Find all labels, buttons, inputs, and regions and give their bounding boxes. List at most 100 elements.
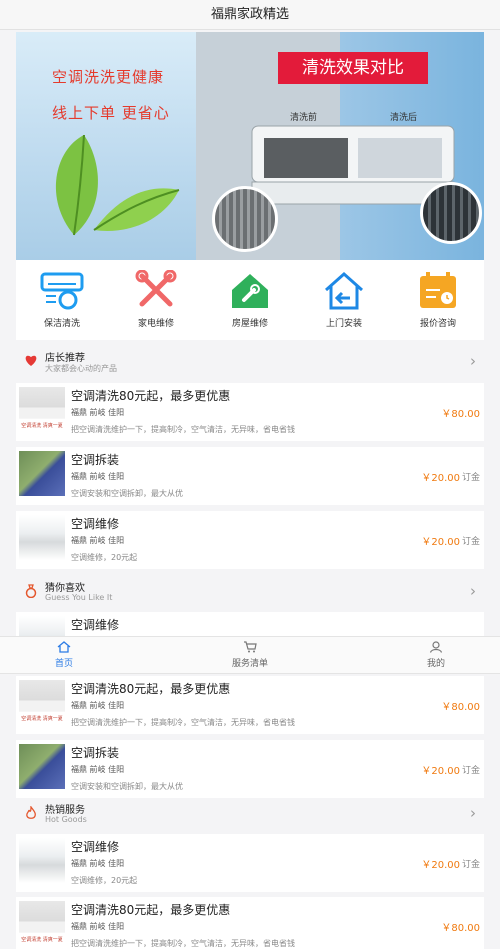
product-thumbnail — [19, 616, 65, 636]
product-price: ￥20.00 — [421, 860, 460, 871]
deposit-label: 订金 — [461, 537, 480, 547]
compare-title: 清洗效果对比 — [278, 52, 428, 84]
product-price: ￥80.00 — [441, 702, 480, 713]
product-description: 把空调清洗维护一下，提高制冷，空气清洁，无异味，省电省钱 — [71, 718, 295, 727]
tab-home[interactable]: 首页 — [24, 641, 104, 669]
tab-label: 我的 — [426, 659, 445, 669]
product-title: 空调拆装 — [71, 746, 120, 760]
product-title: 空调清洗80元起，最多更优惠 — [71, 389, 231, 403]
product-price: ￥20.00 — [421, 473, 460, 484]
dirty-filter-closeup — [212, 186, 278, 252]
section-hot-header[interactable]: 热销服务 Hot Goods › — [16, 798, 484, 832]
product-thumbnail — [19, 451, 65, 496]
chevron-right-icon: › — [470, 352, 476, 370]
user-icon — [429, 641, 443, 653]
tab-label: 首页 — [54, 659, 73, 669]
quicknav-label: 报价咨询 — [419, 319, 456, 329]
product-description: 空调安装和空调拆卸，最大从优 — [71, 489, 183, 498]
quicknav-label: 房屋维修 — [231, 319, 268, 329]
product-description: 把空调清洗维护一下，提高制冷，空气清洁，无异味，省电省钱 — [71, 425, 295, 434]
money-bag-icon — [25, 584, 37, 598]
home-return-icon — [325, 271, 363, 310]
product-description: 空调维修，20元起 — [71, 876, 138, 885]
product-location: 福鼎 前岐 佳阳 — [71, 472, 125, 481]
product-title: 空调维修 — [71, 840, 120, 854]
house-wrench-icon — [232, 274, 268, 308]
product-thumbnail: 空调清洗 清爽一夏 — [19, 680, 65, 725]
ac-cleaning-icon — [40, 272, 84, 310]
section-guess-header[interactable]: 猜你喜欢 Guess You Like It › — [16, 576, 484, 610]
quicknav-quote[interactable]: 报价咨询 — [392, 270, 484, 336]
product-title: 空调维修 — [71, 517, 120, 531]
before-label: 清洗前 — [290, 113, 318, 123]
banner-slogan-line2: 线上下单 更省心 — [52, 104, 170, 122]
product-location: 福鼎 前岐 佳阳 — [71, 922, 125, 931]
promo-banner[interactable]: 空调洗洗更健康 线上下单 更省心 清洗效果对比 清洗前 清洗后 — [16, 32, 484, 260]
section-title: 店长推荐 — [45, 353, 85, 364]
product-price: ￥80.00 — [441, 409, 480, 420]
product-price: ￥20.00 — [421, 537, 460, 548]
deposit-label: 订金 — [461, 473, 480, 483]
quicknav-label: 上门安装 — [325, 319, 362, 329]
quicknav-install[interactable]: 上门安装 — [298, 270, 390, 336]
after-label: 清洗后 — [390, 113, 418, 123]
thumbnail-caption: 空调清洗 清爽一夏 — [21, 716, 63, 722]
product-card-clean[interactable]: 空调清洗 清爽一夏 空调清洗80元起，最多更优惠 福鼎 前岐 佳阳 把空调清洗维… — [16, 383, 484, 441]
product-card-repair[interactable]: 空调维修 福鼎 前岐 佳阳 空调维修，20元起 ￥20.00 订金 — [16, 834, 484, 892]
product-card-guess-peek[interactable]: 空调维修 — [16, 612, 484, 636]
product-card-dismantle[interactable]: 空调拆装 福鼎 前岐 佳阳 空调安装和空调拆卸，最大从优 ￥20.00 订金 — [16, 447, 484, 505]
product-location: 福鼎 前岐 佳阳 — [71, 765, 125, 774]
cart-icon — [244, 641, 257, 653]
leaves-icon — [55, 134, 180, 236]
section-title: 热销服务 — [45, 805, 85, 816]
product-thumbnail: 空调清洗 清爽一夏 — [19, 387, 65, 432]
section-subtitle: Guess You Like It — [45, 593, 113, 602]
product-card-clean[interactable]: 空调清洗 清爽一夏 空调清洗80元起，最多更优惠 福鼎 前岐 佳阳 把空调清洗维… — [16, 897, 484, 949]
quicknav-house-repair[interactable]: 房屋维修 — [204, 270, 296, 336]
chevron-right-icon: › — [470, 804, 476, 822]
product-location: 福鼎 前岐 佳阳 — [71, 859, 125, 868]
banner-slogan-line1: 空调洗洗更健康 — [52, 68, 165, 86]
quicknav-cleaning[interactable]: 保洁清洗 — [16, 270, 108, 336]
tab-label: 服务清单 — [231, 659, 268, 669]
product-location: 福鼎 前岐 佳阳 — [71, 408, 125, 417]
home-icon — [57, 641, 71, 653]
tab-profile[interactable]: 我的 — [396, 641, 476, 669]
product-thumbnail — [19, 515, 65, 560]
product-card-dismantle[interactable]: 空调拆装 福鼎 前岐 佳阳 空调安装和空调拆卸，最大从优 ￥20.00 订金 — [16, 740, 484, 798]
deposit-label: 订金 — [461, 860, 480, 870]
bottom-tab-bar: 首页 服务清单 我的 — [0, 636, 500, 674]
quicknav-label: 家电维修 — [137, 319, 174, 329]
tools-icon — [135, 270, 177, 307]
section-title: 猜你喜欢 — [45, 583, 85, 594]
product-price: ￥20.00 — [421, 766, 460, 777]
product-card-repair[interactable]: 空调维修 福鼎 前岐 佳阳 空调维修，20元起 ￥20.00 订金 — [16, 511, 484, 569]
product-title: 空调拆装 — [71, 453, 120, 467]
clean-filter-closeup — [420, 182, 482, 244]
product-description: 空调维修，20元起 — [71, 553, 138, 562]
product-price: ￥80.00 — [441, 923, 480, 934]
product-description: 把空调清洗维护一下，提高制冷，空气清洁，无异味，省电省钱 — [71, 939, 295, 948]
product-location: 福鼎 前岐 佳阳 — [71, 701, 125, 710]
section-recommend-header[interactable]: 店长推荐 大家都会心动的产品 › — [16, 346, 484, 380]
quick-nav: 保洁清洗 家电维修 房屋维修 上门安装 报价咨询 — [16, 260, 484, 340]
product-title: 空调维修 — [71, 618, 120, 632]
product-thumbnail — [19, 838, 65, 883]
product-card-clean[interactable]: 空调清洗 清爽一夏 空调清洗80元起，最多更优惠 福鼎 前岐 佳阳 把空调清洗维… — [16, 676, 484, 734]
deposit-label: 订金 — [461, 766, 480, 776]
product-thumbnail: 空调清洗 清爽一夏 — [19, 901, 65, 946]
calendar-icon — [420, 272, 456, 308]
product-title: 空调清洗80元起，最多更优惠 — [71, 682, 231, 696]
quicknav-label: 保洁清洗 — [43, 319, 80, 329]
thumbnail-caption: 空调清洗 清爽一夏 — [21, 937, 63, 943]
chevron-right-icon: › — [470, 582, 476, 600]
quicknav-appliance-repair[interactable]: 家电维修 — [110, 270, 202, 336]
thumbnail-caption: 空调清洗 清爽一夏 — [21, 423, 63, 429]
product-thumbnail — [19, 744, 65, 789]
heart-icon — [25, 355, 37, 366]
product-location: 福鼎 前岐 佳阳 — [71, 536, 125, 545]
product-description: 空调安装和空调拆卸，最大从优 — [71, 782, 183, 791]
app-title: 福鼎家政精选 — [0, 0, 500, 30]
product-title: 空调清洗80元起，最多更优惠 — [71, 903, 231, 917]
tab-service-list[interactable]: 服务清单 — [210, 641, 290, 669]
